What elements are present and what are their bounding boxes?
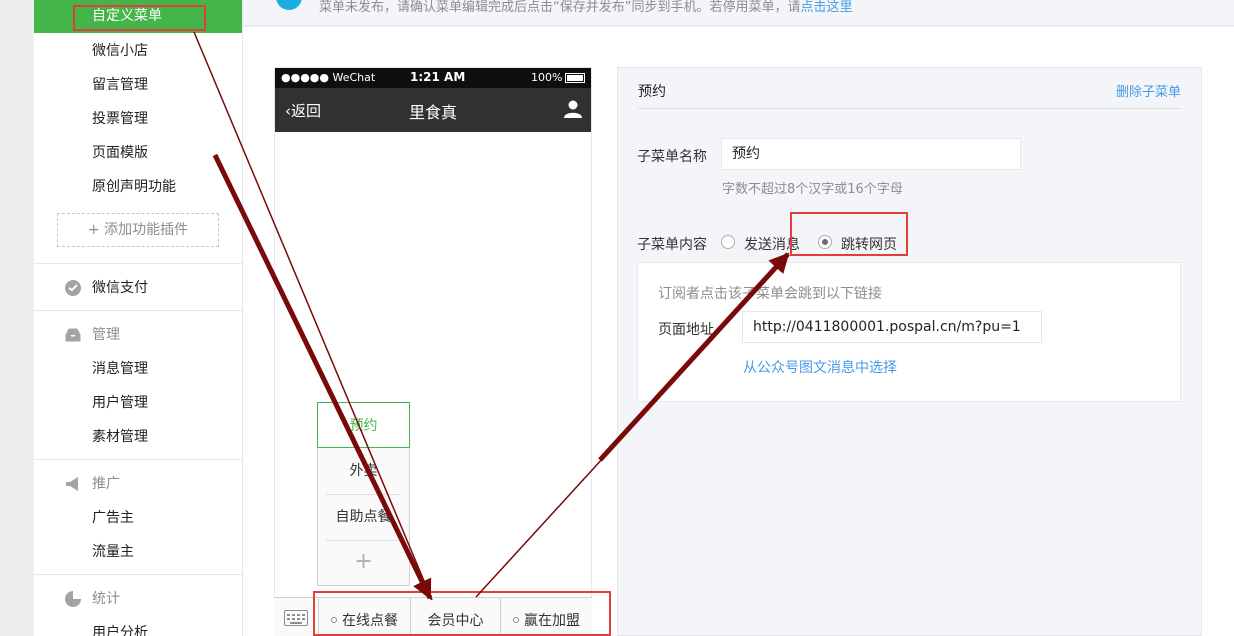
sidebar-item-wechat-shop[interactable]: 微信小店 <box>34 34 242 68</box>
sidebar-item-original-claim[interactable]: 原创声明功能 <box>34 170 242 204</box>
clock-text: 1:21 AM <box>410 70 466 84</box>
battery-icon <box>565 73 585 83</box>
sidebar-group-manage: 管理 <box>34 318 242 352</box>
megaphone-icon <box>66 477 78 491</box>
keyboard-icon[interactable] <box>284 610 308 626</box>
sidebar-item-traffic-owner[interactable]: 流量主 <box>34 535 242 569</box>
menu-label: 赢在加盟 <box>524 613 580 629</box>
sidebar-item-user-analysis[interactable]: 用户分析 <box>34 616 242 636</box>
battery-text: 100% <box>531 71 563 84</box>
notice-bar: 菜单未发布，请确认菜单编辑完成后点击“保存并发布”同步到手机。若停用菜单，请点击… <box>243 0 1234 26</box>
sidebar-group-stats: 统计 <box>34 582 242 616</box>
add-plugin-button[interactable]: + 添加功能插件 <box>57 213 219 247</box>
phone-nav-bar: ‹返回 里食真 <box>275 88 591 132</box>
page-url-input[interactable]: http://0411800001.pospal.cn/m?pu=1 <box>742 311 1042 343</box>
choose-from-articles-link[interactable]: 从公众号图文消息中选择 <box>743 357 897 377</box>
sidebar: 自定义菜单 微信小店 留言管理 投票管理 页面模版 原创声明功能 + 添加功能插… <box>34 0 243 636</box>
option-open-webpage-label: 跳转网页 <box>841 237 897 253</box>
wechat-pay-icon <box>65 280 81 296</box>
submenu-item-self-order[interactable]: 自助点餐 <box>317 494 410 540</box>
sidebar-item-materials[interactable]: 素材管理 <box>34 420 242 454</box>
account-title: 里食真 <box>408 103 457 122</box>
divider <box>34 310 242 311</box>
notice-text: 菜单未发布，请确认菜单编辑完成后点击“保存并发布”同步到手机。若停用菜单，请点击… <box>319 0 853 15</box>
sidebar-item-messages[interactable]: 消息管理 <box>34 352 242 386</box>
sidebar-item-users[interactable]: 用户管理 <box>34 386 242 420</box>
phone-menu-bar: 在线点餐 会员中心 赢在加盟 <box>274 597 592 636</box>
add-submenu-button[interactable]: + <box>317 540 410 586</box>
sidebar-group-label: 管理 <box>92 327 120 343</box>
name-length-tip: 字数不超过8个汉字或16个字母 <box>722 182 903 197</box>
editor-title: 预约 <box>638 84 666 100</box>
submenu-item-takeout[interactable]: 外卖 <box>317 448 410 494</box>
submenu-item-reserve[interactable]: 预约 <box>317 402 410 448</box>
delete-submenu-link[interactable]: 删除子菜单 <box>1116 81 1181 100</box>
submenu-name-input[interactable]: 预约 <box>721 138 1021 170</box>
divider <box>34 263 242 264</box>
page-url-label: 页面地址 <box>658 322 714 338</box>
pie-chart-icon <box>65 591 81 607</box>
info-icon <box>276 0 302 10</box>
sidebar-group-promo: 推广 <box>34 467 242 501</box>
sidebar-group-label: 推广 <box>92 476 120 492</box>
divider <box>34 459 242 460</box>
sidebar-item-vote[interactable]: 投票管理 <box>34 102 242 136</box>
sidebar-item-label: 微信支付 <box>92 280 148 296</box>
option-send-message-label: 发送消息 <box>744 237 800 253</box>
submenu-dot-icon <box>513 617 519 623</box>
user-icon <box>564 100 582 118</box>
sidebar-group-label: 统计 <box>92 591 120 607</box>
notice-link[interactable]: 点击这里 <box>800 0 852 15</box>
sidebar-item-advertiser[interactable]: 广告主 <box>34 501 242 535</box>
divider <box>638 108 1181 109</box>
sidebar-item-page-template[interactable]: 页面模版 <box>34 136 242 170</box>
submenu-dot-icon <box>331 617 337 623</box>
divider <box>34 574 242 575</box>
submenu-content-label: 子菜单内容 <box>637 237 707 253</box>
carrier-text: ●●●●● WeChat <box>281 71 376 84</box>
url-tip: 订阅者点击该子菜单会跳到以下链接 <box>658 286 882 302</box>
inbox-icon <box>65 328 81 342</box>
menu-item-online-order[interactable]: 在线点餐 <box>318 598 410 636</box>
notice-message: 菜单未发布，请确认菜单编辑完成后点击“保存并发布”同步到手机。若停用菜单，请 <box>319 0 801 15</box>
sidebar-item-custom-menu[interactable]: 自定义菜单 <box>34 0 242 33</box>
sidebar-item-wechat-pay[interactable]: 微信支付 <box>34 271 242 305</box>
submenu-list: 预约 外卖 自助点餐 + <box>317 402 410 586</box>
radio-send-message[interactable] <box>721 235 735 249</box>
phone-status-bar: ●●●●● WeChat 1:21 AM 100% <box>275 68 591 88</box>
sidebar-item-comments[interactable]: 留言管理 <box>34 68 242 102</box>
menu-item-franchise[interactable]: 赢在加盟 <box>500 598 592 636</box>
radio-open-webpage[interactable] <box>818 235 832 249</box>
menu-item-member-center[interactable]: 会员中心 <box>410 598 500 636</box>
submenu-name-label: 子菜单名称 <box>637 149 707 165</box>
menu-label: 在线点餐 <box>342 613 398 629</box>
